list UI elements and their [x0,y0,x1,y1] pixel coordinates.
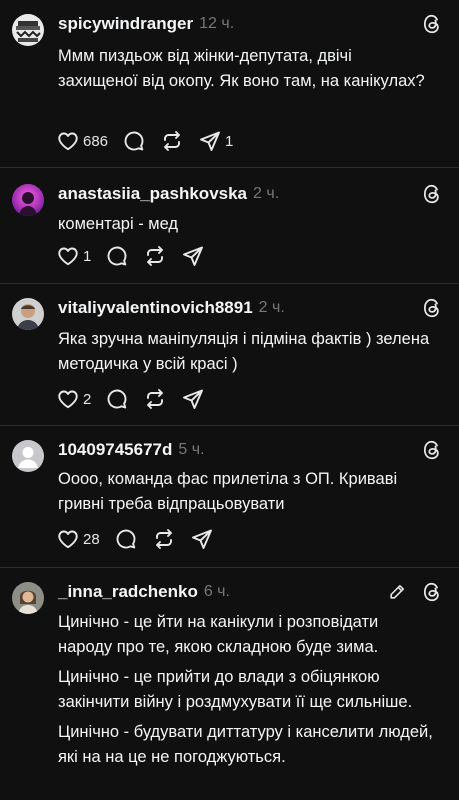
repost-button[interactable] [143,244,167,268]
like-button[interactable]: 2 [56,387,91,411]
reply-post: anastasiia_pashkovska 2 ч. коментарі - м… [0,168,459,284]
share-count: 1 [225,132,234,150]
reply-post: vitaliyvalentinovich8891 2 ч. Яка зручна… [0,284,459,426]
reply-post: spicywindranger 12 ч. Ммм пиздьож від жі… [0,0,459,168]
post-text: Цинічно - це йти на канікули і розповіда… [58,610,435,775]
repost-button[interactable] [160,129,184,153]
timestamp: 5 ч. [178,441,205,458]
post-paragraph: Оооо, команда фас прилетіла з ОП. Кривав… [58,470,398,513]
username[interactable]: 10409745677d [58,440,172,460]
comment-icon [116,529,136,549]
username[interactable]: anastasiia_pashkovska [58,184,247,204]
share-icon [200,131,220,151]
comment-icon [107,389,127,409]
action-bar: 28 [56,525,228,553]
post-paragraph: Цинічно - будувати диттатуру і канселити… [58,723,433,766]
post-text: Яка зручна маніпуляція і підміна фактів … [58,327,435,382]
threads-logo-icon[interactable] [421,182,443,206]
avatar[interactable] [12,184,44,216]
avatar[interactable] [12,298,44,330]
share-button[interactable] [181,387,205,411]
threads-logo-icon[interactable] [421,580,443,604]
heart-icon [58,530,78,549]
comment-icon [107,246,127,266]
reply-button[interactable] [105,387,129,411]
like-count: 686 [83,132,109,150]
like-count: 2 [83,390,92,408]
action-bar: 686 1 [56,127,247,155]
reply-post: _inna_radchenko 6 ч. Цинічно - це йти на… [0,568,459,800]
heart-icon [58,390,78,409]
repost-icon [147,389,164,409]
pencil-icon[interactable] [387,581,407,603]
post-paragraph: Ммм пиздьож від жінки-депутата, двічі за… [58,47,425,90]
threads-logo-icon[interactable] [421,296,443,320]
repost-icon [147,246,164,266]
share-button[interactable] [190,527,214,551]
reply-button[interactable] [122,129,146,153]
post-paragraph: Цинічно - це прийти до влади з обіцянкою… [58,668,413,711]
avatar[interactable] [12,14,44,46]
share-button[interactable]: 1 [198,129,233,153]
repost-button[interactable] [143,387,167,411]
avatar[interactable] [12,582,44,614]
timestamp: 12 ч. [199,15,235,32]
post-header: _inna_radchenko 6 ч. [58,580,443,604]
action-bar: 1 [56,242,219,270]
post-paragraph: Цинічно - це йти на канікули і розповіда… [58,613,379,656]
threads-logo-icon[interactable] [421,12,443,36]
threads-logo-icon[interactable] [421,438,443,462]
action-bar: 2 [56,385,219,413]
post-text: Ммм пиздьож від жінки-депутата, двічі за… [58,44,435,99]
comment-icon [124,131,144,151]
post-paragraph: коментарі - мед [58,215,179,233]
like-button[interactable]: 686 [56,129,108,153]
avatar[interactable] [12,440,44,472]
repost-icon [164,131,180,151]
username[interactable]: _inna_radchenko [58,582,198,602]
post-text: Оооо, команда фас прилетіла з ОП. Кривав… [58,467,435,522]
post-paragraph: Яка зручна маніпуляція і підміна фактів … [58,330,430,373]
timestamp: 2 ч. [258,299,285,316]
repost-icon [155,529,172,549]
post-header: vitaliyvalentinovich8891 2 ч. [58,296,443,320]
post-text: коментарі - мед [58,212,435,242]
username[interactable]: spicywindranger [58,14,193,34]
post-header: anastasiia_pashkovska 2 ч. [58,182,443,206]
post-header: 10409745677d 5 ч. [58,438,443,462]
repost-button[interactable] [152,527,176,551]
reply-button[interactable] [114,527,138,551]
share-icon [191,529,212,549]
username[interactable]: vitaliyvalentinovich8891 [58,298,253,318]
like-button[interactable]: 28 [56,527,100,551]
share-icon [183,246,204,266]
share-icon [183,389,204,409]
heart-icon [58,247,78,266]
reply-post: 10409745677d 5 ч. Оооо, команда фас прил… [0,426,459,568]
reply-button[interactable] [105,244,129,268]
post-header: spicywindranger 12 ч. [58,12,443,36]
like-count: 28 [83,530,100,548]
share-button[interactable] [181,244,205,268]
replies-feed: spicywindranger 12 ч. Ммм пиздьож від жі… [0,0,459,800]
like-button[interactable]: 1 [56,244,91,268]
heart-icon [58,132,78,151]
like-count: 1 [83,247,92,265]
timestamp: 6 ч. [203,583,230,600]
timestamp: 2 ч. [253,185,280,202]
